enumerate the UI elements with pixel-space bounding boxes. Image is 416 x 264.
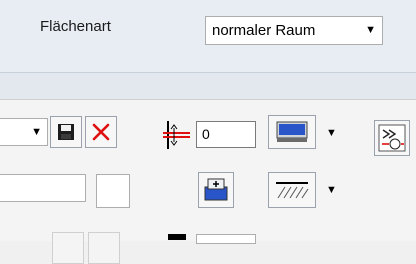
save-icon — [58, 124, 74, 140]
area-type-value: normaler Raum — [212, 22, 316, 39]
parameter-button[interactable] — [374, 120, 410, 156]
chevron-down-icon: ▼ — [365, 24, 376, 36]
chevron-down-icon: ▼ — [31, 126, 42, 138]
parameter-icon — [378, 124, 406, 152]
hatch-pattern-icon — [276, 182, 309, 199]
name-input[interactable] — [0, 174, 86, 202]
toolbar-button-row3-b[interactable] — [88, 232, 120, 264]
variant-select[interactable]: ▼ — [0, 118, 48, 146]
chevron-down-icon[interactable]: ▼ — [326, 127, 337, 139]
offset-icon — [163, 121, 190, 149]
chevron-down-icon[interactable]: ▼ — [326, 184, 337, 196]
area-type-label: Flächenart — [40, 18, 111, 35]
delete-button[interactable] — [85, 116, 117, 148]
fill-pattern-icon — [276, 121, 308, 142]
toolbar-icon-row3 — [168, 234, 186, 240]
offset-input[interactable]: 0 — [196, 121, 256, 148]
area-type-select[interactable]: normaler Raum ▼ — [205, 16, 383, 45]
add-area-button[interactable] — [198, 172, 234, 208]
toolbar-button-row3-a[interactable] — [52, 232, 84, 264]
add-area-icon — [204, 178, 228, 201]
line-style-button[interactable] — [268, 172, 316, 208]
panel-separator-band — [0, 73, 416, 99]
fill-style-button[interactable] — [268, 115, 316, 149]
row3-input[interactable] — [196, 234, 256, 244]
color-swatch[interactable] — [96, 174, 130, 208]
properties-panel: Flächenart normaler Raum ▼ — [0, 0, 416, 73]
save-button[interactable] — [50, 116, 82, 148]
close-icon — [92, 123, 110, 141]
